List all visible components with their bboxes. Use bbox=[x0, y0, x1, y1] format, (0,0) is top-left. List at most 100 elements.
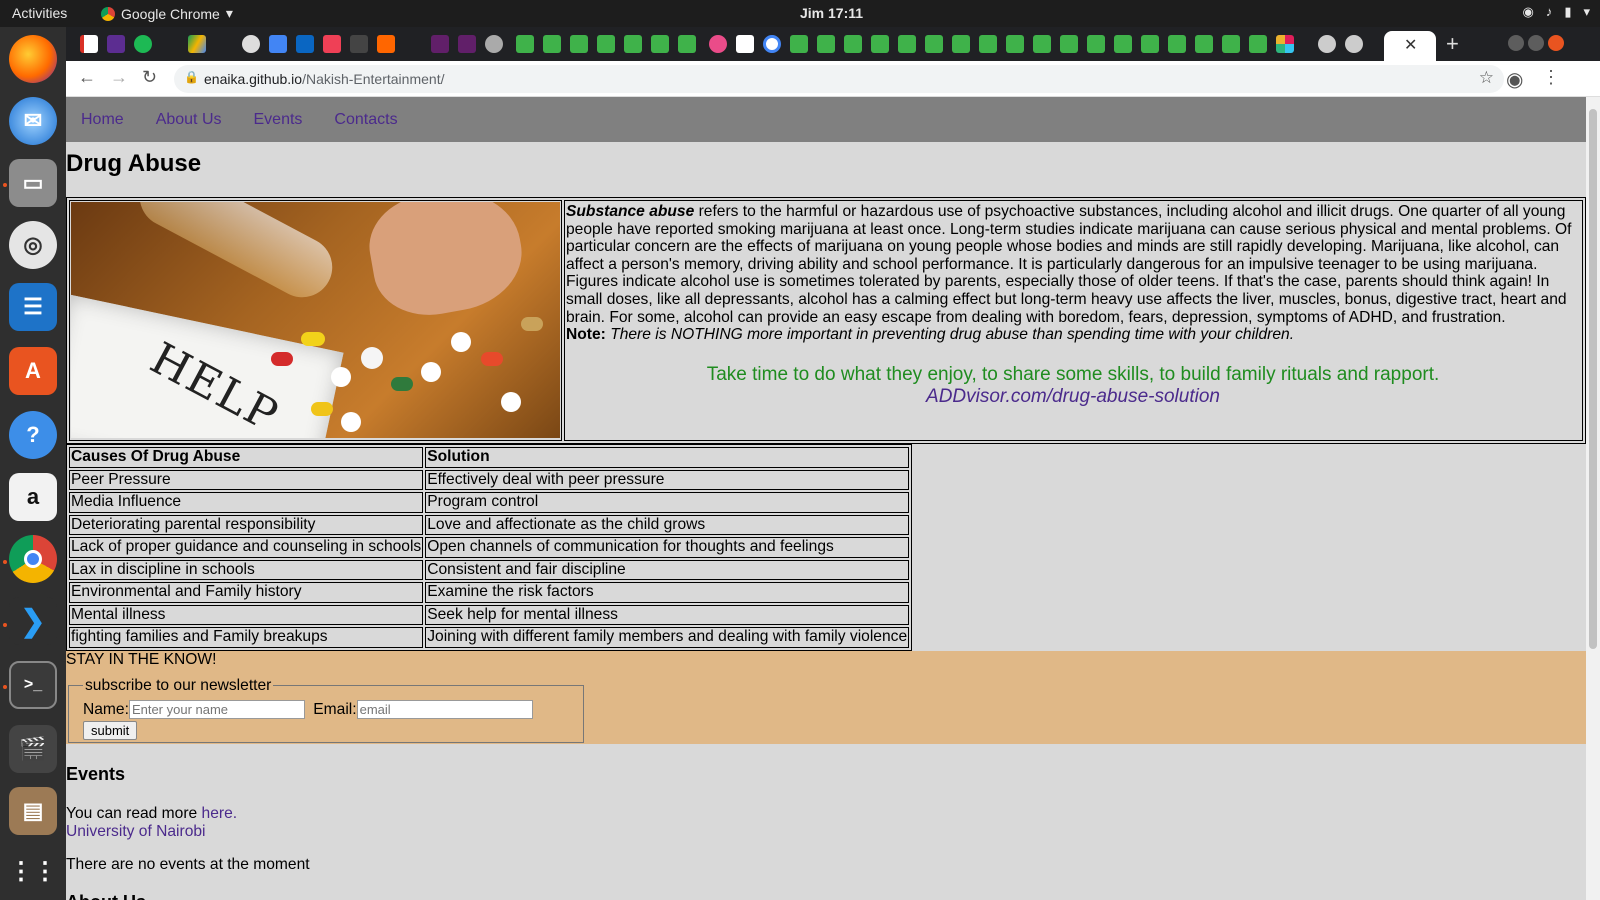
tab-green-24[interactable] bbox=[1222, 35, 1240, 53]
cause-cell: Environmental and Family history bbox=[69, 582, 424, 603]
tab-green-25[interactable] bbox=[1249, 35, 1267, 53]
tab-green-5[interactable] bbox=[624, 35, 642, 53]
tab-github-2[interactable] bbox=[1318, 35, 1336, 53]
help-icon[interactable]: ? bbox=[9, 411, 57, 459]
dock: ✉ ▭ ◎ ☰ A ? a ❯ >_ 🎬 ▤ ⋮⋮ bbox=[0, 27, 66, 900]
tab-docs[interactable] bbox=[269, 35, 287, 53]
tab-green-13[interactable] bbox=[925, 35, 943, 53]
profile-icon[interactable]: ◉ bbox=[1506, 67, 1523, 92]
tab-green-20[interactable] bbox=[1114, 35, 1132, 53]
vscode-icon[interactable]: ❯ bbox=[9, 597, 57, 645]
forward-button[interactable]: → bbox=[110, 67, 128, 88]
tab-green-3[interactable] bbox=[570, 35, 588, 53]
software-icon[interactable]: A bbox=[9, 347, 57, 395]
quote-text: Take time to do what they enjoy, to shar… bbox=[706, 363, 1440, 385]
tab-green-11[interactable] bbox=[871, 35, 889, 53]
rhythmbox-icon[interactable]: ◎ bbox=[9, 221, 57, 269]
here-link[interactable]: here. bbox=[202, 805, 238, 822]
tab-green-12[interactable] bbox=[898, 35, 916, 53]
tab-green-4[interactable] bbox=[597, 35, 615, 53]
submit-button[interactable]: submit bbox=[83, 720, 138, 740]
tab-circle[interactable] bbox=[485, 35, 503, 53]
tab-gmail[interactable] bbox=[80, 35, 98, 53]
tab-slack-1[interactable] bbox=[431, 35, 449, 53]
table-row: Lack of proper guidance and counseling i… bbox=[69, 537, 910, 558]
tab-green-21[interactable] bbox=[1141, 35, 1159, 53]
tab-green-15[interactable] bbox=[979, 35, 997, 53]
close-window-button[interactable] bbox=[1548, 35, 1564, 51]
tab-spotify[interactable] bbox=[134, 35, 152, 53]
name-input[interactable] bbox=[128, 699, 305, 719]
nav-events[interactable]: Events bbox=[254, 111, 303, 129]
tab-green-9[interactable] bbox=[817, 35, 835, 53]
tab-green-2[interactable] bbox=[543, 35, 561, 53]
cause-cell: Deteriorating parental responsibility bbox=[69, 514, 424, 535]
tab-ycombinator[interactable] bbox=[377, 35, 395, 53]
tab-codesandbox[interactable] bbox=[736, 35, 754, 53]
bookmark-star-icon[interactable]: ☆ bbox=[1479, 68, 1494, 88]
tab-green-18[interactable] bbox=[1060, 35, 1078, 53]
menu-icon[interactable]: ⋮ bbox=[1542, 67, 1560, 88]
table-row: Peer Pressure Effectively deal with peer … bbox=[69, 469, 910, 490]
app-menu[interactable]: Google Chrome ▾ bbox=[101, 5, 233, 22]
tab-green-10[interactable] bbox=[844, 35, 862, 53]
tab-green-6[interactable] bbox=[651, 35, 669, 53]
chrome-icon[interactable] bbox=[9, 535, 57, 583]
video-editor-icon[interactable]: 🎬 bbox=[9, 725, 57, 773]
tab-green-17[interactable] bbox=[1033, 35, 1051, 53]
tab-list[interactable] bbox=[107, 35, 125, 53]
new-tab-button[interactable]: + bbox=[1446, 31, 1459, 57]
cause-cell: Peer Pressure bbox=[69, 469, 424, 490]
tab-active[interactable]: ✕ bbox=[1384, 31, 1436, 61]
scrollbar-thumb[interactable] bbox=[1589, 109, 1597, 649]
tab-dribbble[interactable] bbox=[709, 35, 727, 53]
tab-slack-3[interactable] bbox=[1276, 35, 1294, 53]
close-tab-icon[interactable]: ✕ bbox=[1404, 35, 1417, 55]
tab-green-7[interactable] bbox=[678, 35, 696, 53]
firefox-icon[interactable] bbox=[9, 35, 57, 83]
url-text[interactable]: enaika.github.io/Nakish-Entertainment/ bbox=[204, 71, 444, 87]
activities-button[interactable]: Activities bbox=[12, 5, 67, 21]
tab-green-8[interactable] bbox=[790, 35, 808, 53]
clock[interactable]: Jim 17:11 bbox=[800, 5, 863, 21]
nav-about-us[interactable]: About Us bbox=[156, 111, 222, 129]
tab-pocket[interactable] bbox=[323, 35, 341, 53]
tab-google[interactable] bbox=[763, 35, 781, 53]
tab-github-3[interactable] bbox=[1345, 35, 1363, 53]
page-scrollbar[interactable] bbox=[1586, 97, 1600, 900]
tab-slack-2[interactable] bbox=[458, 35, 476, 53]
archive-icon[interactable]: ▤ bbox=[9, 787, 57, 835]
thunderbird-icon[interactable]: ✉ bbox=[9, 97, 57, 145]
tab-linkedin[interactable] bbox=[296, 35, 314, 53]
address-bar[interactable]: 🔒 enaika.github.io/Nakish-Entertainment/… bbox=[174, 65, 1504, 93]
writer-icon[interactable]: ☰ bbox=[9, 283, 57, 331]
minimize-button[interactable] bbox=[1508, 35, 1524, 51]
reload-button[interactable]: ↻ bbox=[142, 67, 157, 88]
university-link[interactable]: University of Nairobi bbox=[66, 823, 206, 840]
lock-icon[interactable]: 🔒 bbox=[184, 70, 199, 84]
maximize-button[interactable] bbox=[1528, 35, 1544, 51]
amazon-icon[interactable]: a bbox=[9, 473, 57, 521]
chevron-down-icon: ▾ bbox=[1583, 4, 1590, 19]
tab-tool[interactable] bbox=[350, 35, 368, 53]
tab-green-22[interactable] bbox=[1168, 35, 1186, 53]
tab-github[interactable] bbox=[242, 35, 260, 53]
quote-source-link[interactable]: ADDvisor.com/drug-abuse-solution bbox=[566, 386, 1580, 408]
terminal-icon[interactable]: >_ bbox=[9, 661, 57, 709]
back-button[interactable]: ← bbox=[78, 67, 96, 88]
show-apps-icon[interactable]: ⋮⋮ bbox=[9, 847, 57, 895]
tab-green-14[interactable] bbox=[952, 35, 970, 53]
files-icon[interactable]: ▭ bbox=[9, 159, 57, 207]
tab-green-1[interactable] bbox=[516, 35, 534, 53]
tab-drive[interactable] bbox=[188, 35, 206, 53]
nav-home[interactable]: Home bbox=[81, 111, 124, 129]
no-events-text: There are no events at the moment bbox=[66, 855, 310, 873]
tab-green-16[interactable] bbox=[1006, 35, 1024, 53]
intro-table: HELP Substance abuse refers to the harmf… bbox=[66, 197, 1586, 444]
events-read-more: You can read more here. University of Na… bbox=[66, 804, 238, 840]
email-input[interactable] bbox=[356, 699, 533, 719]
nav-contacts[interactable]: Contacts bbox=[334, 111, 397, 129]
tab-green-19[interactable] bbox=[1087, 35, 1105, 53]
system-tray[interactable]: ◉ ♪ ▮ ▾ bbox=[1522, 4, 1590, 20]
tab-green-23[interactable] bbox=[1195, 35, 1213, 53]
